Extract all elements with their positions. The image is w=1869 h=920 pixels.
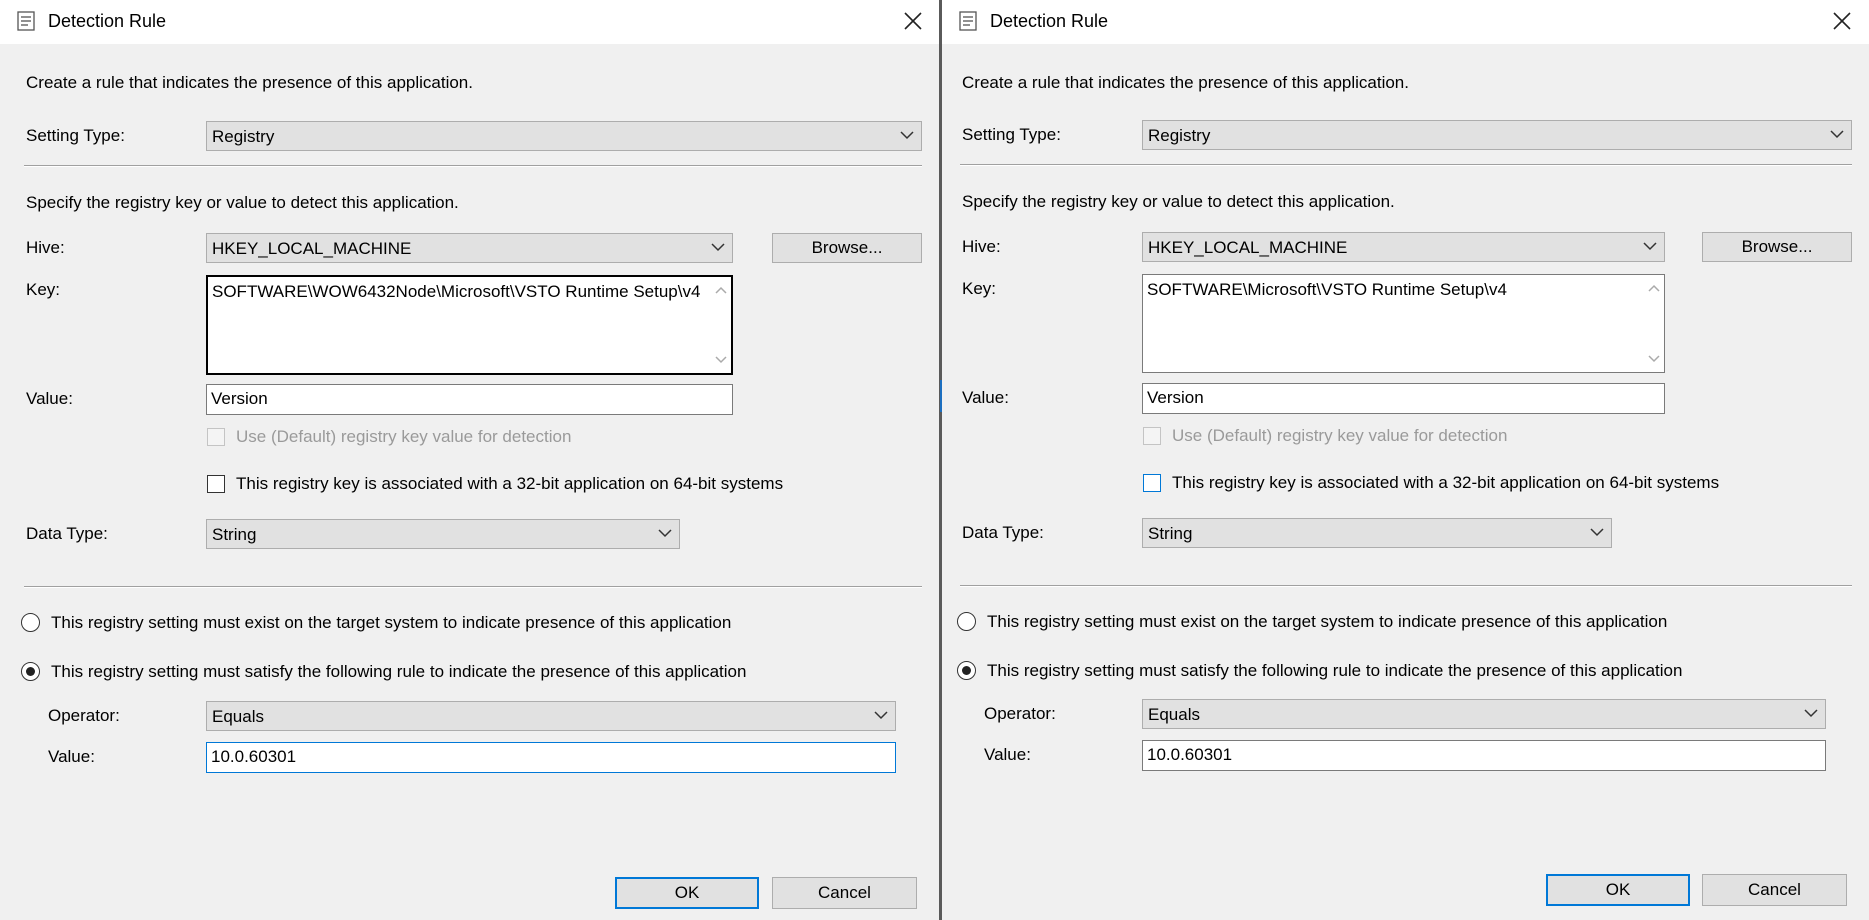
value-text: Version <box>211 389 268 408</box>
rule-value-text: 10.0.60301 <box>1147 745 1233 764</box>
radio-exist-label: This registry setting must exist on the … <box>51 613 732 632</box>
hive-dropdown[interactable]: HKEY_LOCAL_MACHINE <box>1142 232 1665 262</box>
radio-exist[interactable] <box>21 613 40 632</box>
close-icon[interactable] <box>900 8 926 34</box>
browse-button[interactable]: Browse... <box>1702 232 1852 262</box>
data-type-label: Data Type: <box>962 523 1044 542</box>
value-text: Version <box>1147 388 1204 407</box>
rule-value-input[interactable]: 10.0.60301 <box>1142 740 1826 771</box>
bit32-label: This registry key is associated with a 3… <box>1172 473 1720 492</box>
radio-exist[interactable] <box>957 612 976 631</box>
operator-value: Equals <box>1148 705 1200 724</box>
radio-rule-label: This registry setting must satisfy the f… <box>51 662 747 681</box>
ok-button[interactable]: OK <box>1546 874 1690 906</box>
data-type-label: Data Type: <box>26 524 108 543</box>
hive-label: Hive: <box>962 237 1001 256</box>
value-input[interactable]: Version <box>1142 383 1665 414</box>
bit32-checkbox[interactable] <box>1143 474 1161 492</box>
scroll-up-icon[interactable] <box>715 283 727 297</box>
rule-value-label: Value: <box>48 747 95 766</box>
specify-text: Specify the registry key or value to det… <box>26 193 459 212</box>
operator-value: Equals <box>212 707 264 726</box>
scroll-up-icon[interactable] <box>1648 281 1660 295</box>
data-type-dropdown[interactable]: String <box>206 519 680 549</box>
operator-dropdown[interactable]: Equals <box>1142 699 1826 729</box>
radio-rule[interactable] <box>21 662 40 681</box>
data-type-dropdown[interactable]: String <box>1142 518 1612 548</box>
chevron-down-icon <box>1643 242 1657 251</box>
setting-type-label: Setting Type: <box>962 125 1061 144</box>
hive-value: HKEY_LOCAL_MACHINE <box>212 239 412 258</box>
key-label: Key: <box>962 279 997 298</box>
hive-value: HKEY_LOCAL_MACHINE <box>1148 238 1348 257</box>
intro-text: Create a rule that indicates the presenc… <box>962 73 1409 92</box>
setting-type-dropdown[interactable]: Registry <box>206 121 922 151</box>
rule-value-label: Value: <box>984 745 1031 764</box>
value-label: Value: <box>962 388 1009 407</box>
radio-rule[interactable] <box>957 661 976 680</box>
key-value: SOFTWARE\Microsoft\VSTO Runtime Setup\v4 <box>1147 280 1507 299</box>
dialog-properties-icon <box>17 11 35 31</box>
radio-exist-label: This registry setting must exist on the … <box>987 612 1668 631</box>
detection-rule-dialog-left: Detection Rule Create a rule that indica… <box>0 0 940 920</box>
ok-button[interactable]: OK <box>615 877 759 909</box>
chevron-down-icon <box>1590 528 1604 537</box>
key-textarea[interactable]: SOFTWARE\Microsoft\VSTO Runtime Setup\v4 <box>1142 274 1665 373</box>
use-default-checkbox[interactable] <box>1143 427 1161 445</box>
value-input[interactable]: Version <box>206 384 733 415</box>
chevron-down-icon <box>711 243 725 252</box>
chevron-down-icon <box>900 131 914 140</box>
bit32-label: This registry key is associated with a 3… <box>236 474 784 493</box>
separator <box>24 165 922 167</box>
setting-type-dropdown[interactable]: Registry <box>1142 120 1852 150</box>
hive-dropdown[interactable]: HKEY_LOCAL_MACHINE <box>206 233 733 263</box>
hive-label: Hive: <box>26 238 65 257</box>
setting-type-value: Registry <box>1148 126 1211 145</box>
operator-label: Operator: <box>984 704 1056 723</box>
setting-type-value: Registry <box>212 127 275 146</box>
specify-text: Specify the registry key or value to det… <box>962 192 1395 211</box>
chevron-down-icon <box>1804 709 1818 718</box>
separator <box>960 164 1852 166</box>
use-default-label: Use (Default) registry key value for det… <box>1172 426 1508 445</box>
chevron-down-icon <box>658 529 672 538</box>
separator <box>24 586 922 588</box>
data-type-value: String <box>1148 524 1193 543</box>
detection-rule-dialog-right: Detection Rule Create a rule that indica… <box>942 0 1869 920</box>
chevron-down-icon <box>874 711 888 720</box>
browse-button[interactable]: Browse... <box>772 233 922 263</box>
bit32-checkbox[interactable] <box>207 475 225 493</box>
separator <box>960 585 1852 587</box>
rule-value-text: 10.0.60301 <box>211 747 297 766</box>
use-default-checkbox[interactable] <box>207 428 225 446</box>
dialog-title: Detection Rule <box>48 11 167 31</box>
cancel-button[interactable]: Cancel <box>1702 874 1847 906</box>
operator-label: Operator: <box>48 706 120 725</box>
intro-text: Create a rule that indicates the presenc… <box>26 73 473 92</box>
dialog-title: Detection Rule <box>990 11 1109 31</box>
key-textarea[interactable]: SOFTWARE\WOW6432Node\Microsoft\VSTO Runt… <box>206 275 733 375</box>
key-label: Key: <box>26 280 61 299</box>
scroll-down-icon[interactable] <box>715 353 727 367</box>
use-default-label: Use (Default) registry key value for det… <box>236 427 572 446</box>
cancel-button[interactable]: Cancel <box>772 877 917 909</box>
title-bar: Detection Rule <box>0 0 940 44</box>
scroll-down-icon[interactable] <box>1648 352 1660 366</box>
operator-dropdown[interactable]: Equals <box>206 701 896 731</box>
dialog-properties-icon <box>959 11 977 31</box>
radio-rule-label: This registry setting must satisfy the f… <box>987 661 1683 680</box>
title-bar: Detection Rule <box>942 0 1869 44</box>
data-type-value: String <box>212 525 257 544</box>
setting-type-label: Setting Type: <box>26 126 125 145</box>
rule-value-input[interactable]: 10.0.60301 <box>206 742 896 773</box>
chevron-down-icon <box>1830 130 1844 139</box>
value-label: Value: <box>26 389 73 408</box>
close-icon[interactable] <box>1829 8 1855 34</box>
key-value: SOFTWARE\WOW6432Node\Microsoft\VSTO Runt… <box>212 282 701 301</box>
